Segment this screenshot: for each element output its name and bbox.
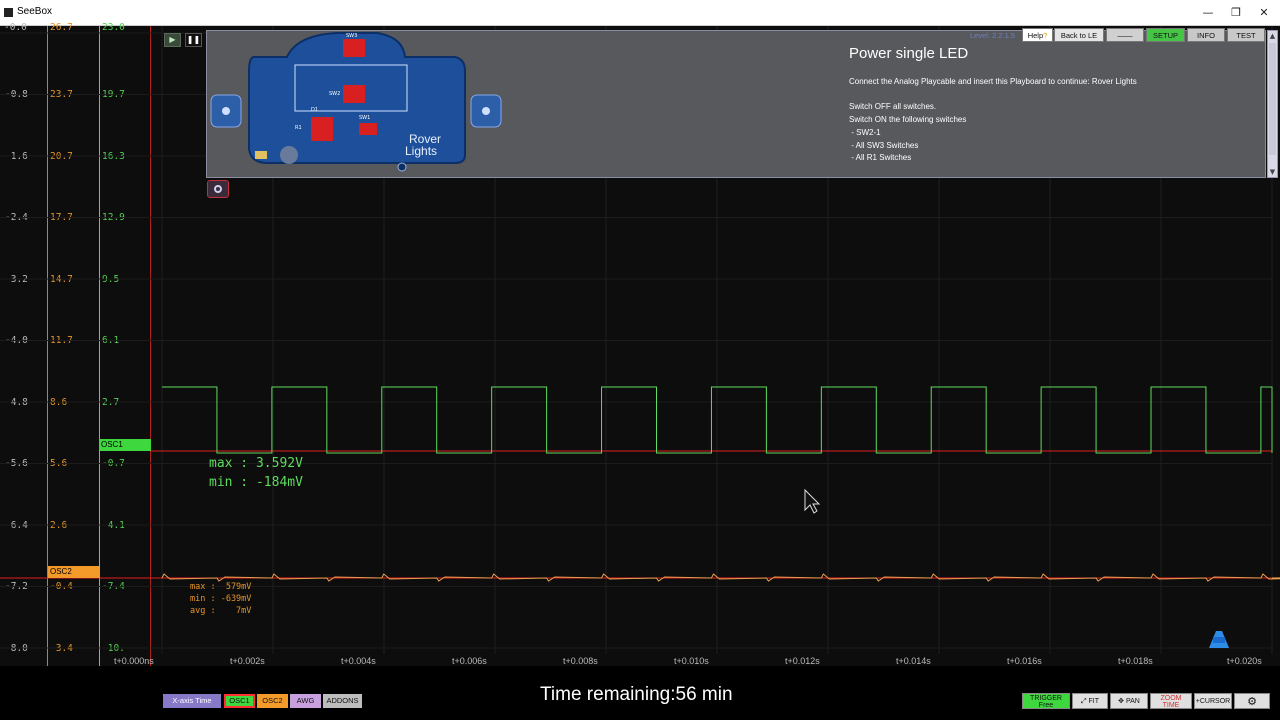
info-button[interactable]: INFO: [1187, 28, 1225, 42]
time-remaining: Time remaining:56 min: [540, 684, 733, 705]
test-button[interactable]: TEST: [1227, 28, 1265, 42]
app-icon: [4, 8, 13, 17]
osc1-min-readout: min : -184mV: [209, 475, 303, 490]
tab-addons[interactable]: ADDONS: [323, 694, 362, 708]
instruction-line: Switch ON the following switches: [849, 115, 967, 124]
x-tick-label: t+0.016s: [1007, 656, 1042, 666]
cursor-button[interactable]: +CURSOR: [1194, 693, 1232, 709]
x-tick-label: t+0.004s: [341, 656, 376, 666]
pan-icon: ✥: [1118, 698, 1125, 705]
fit-button[interactable]: ⤢ FIT: [1072, 693, 1108, 709]
scroll-down-icon[interactable]: ▼: [1268, 167, 1277, 177]
pan-label: PAN: [1125, 698, 1140, 705]
instruction-line: - All SW3 Switches: [849, 141, 919, 150]
x-tick-label: t+0.002s: [230, 656, 265, 666]
osc2-max-readout: max : 579mV: [190, 582, 252, 592]
panel-title: Power single LED: [849, 45, 969, 62]
trigger-label: TRIGGER: [1030, 695, 1062, 702]
x-tick-label: t+0.008s: [563, 656, 598, 666]
trigger-marker-icon: [1209, 631, 1229, 648]
x-tick-label: t+0.020s: [1227, 656, 1262, 666]
osc2-channel-tag[interactable]: OSC2: [48, 566, 100, 578]
tab-awg[interactable]: AWG: [290, 694, 321, 708]
pan-button[interactable]: ✥ PAN: [1110, 693, 1148, 709]
osc2-avg-readout: avg : 7mV: [190, 606, 252, 616]
zoom-label: ZOOM: [1160, 695, 1182, 702]
fit-label: FIT: [1088, 698, 1100, 705]
instruction-line: Switch OFF all switches.: [849, 102, 937, 111]
x-tick-label: t+0.000ns: [114, 656, 154, 666]
level-indicator: Level: 2.2.1.5: [970, 31, 1016, 40]
instruction-line: - All R1 Switches: [849, 153, 912, 162]
setup-button[interactable]: SETUP: [1146, 28, 1185, 42]
tab-osc1[interactable]: OSC1: [224, 694, 255, 708]
close-button[interactable]: ✕: [1250, 4, 1278, 22]
panel-scrollbar[interactable]: ▲ ▼: [1267, 30, 1278, 178]
x-tick-label: t+0.018s: [1118, 656, 1153, 666]
scrollbar-thumb[interactable]: [1269, 43, 1276, 155]
zoom-sub-label: TIME: [1162, 702, 1180, 709]
minimize-button[interactable]: —: [1194, 4, 1222, 22]
trigger-button[interactable]: TRIGGER Free: [1022, 693, 1070, 709]
playboard-image: Rover Lights SW3 SW2 D1 SW1 R1: [210, 32, 502, 172]
help-button[interactable]: Help?: [1022, 28, 1053, 42]
help-label: Help: [1027, 31, 1044, 40]
board-label: D1: [311, 107, 318, 113]
maximize-button[interactable]: ❐: [1222, 4, 1250, 22]
instruction-panel: Rover Lights SW3 SW2 D1 SW1 R1 Power sin…: [206, 30, 1266, 178]
collapse-button[interactable]: ——: [1106, 28, 1144, 42]
instruction-line: - SW2-1: [849, 128, 881, 137]
pause-button[interactable]: ❚❚: [185, 33, 202, 47]
board-label: SW2: [329, 91, 340, 97]
tab-osc2[interactable]: OSC2: [257, 694, 288, 708]
board-label: R1: [295, 125, 302, 131]
osc1-max-readout: max : 3.592V: [209, 456, 303, 471]
scroll-up-icon[interactable]: ▲: [1268, 31, 1277, 41]
tab-x-axis-time[interactable]: X-axis Time: [163, 694, 221, 708]
cursor-label: CURSOR: [1199, 698, 1231, 705]
board-label: SW1: [359, 115, 370, 121]
x-tick-label: t+0.012s: [785, 656, 820, 666]
board-label: SW3: [346, 33, 357, 39]
zoom-time-button[interactable]: ZOOM TIME: [1150, 693, 1192, 709]
settings-gear-icon[interactable]: ⚙: [1234, 693, 1270, 709]
board-thumbnail-icon[interactable]: [207, 180, 229, 198]
help-question-icon: ?: [1043, 31, 1048, 40]
osc2-min-readout: min : -639mV: [190, 594, 252, 604]
play-button[interactable]: ▶: [164, 33, 181, 47]
window-titlebar: SeeBox — ❐ ✕: [0, 0, 1280, 26]
x-tick-label: t+0.006s: [452, 656, 487, 666]
instruction-line: Connect the Analog Playcable and insert …: [849, 77, 1137, 86]
x-tick-label: t+0.014s: [896, 656, 931, 666]
back-button[interactable]: Back to LE: [1054, 28, 1104, 42]
cursor-pointer-icon: [804, 488, 821, 514]
window-title: SeeBox: [17, 6, 53, 17]
osc1-channel-tag[interactable]: OSC1: [99, 439, 151, 451]
board-name-line2: Lights: [405, 144, 437, 158]
fit-icon: ⤢: [1080, 698, 1087, 705]
bottom-bar: X-axis Time OSC1 OSC2 AWG ADDONS Time re…: [0, 666, 1280, 720]
trigger-mode: Free: [1038, 702, 1054, 709]
x-tick-label: t+0.010s: [674, 656, 709, 666]
